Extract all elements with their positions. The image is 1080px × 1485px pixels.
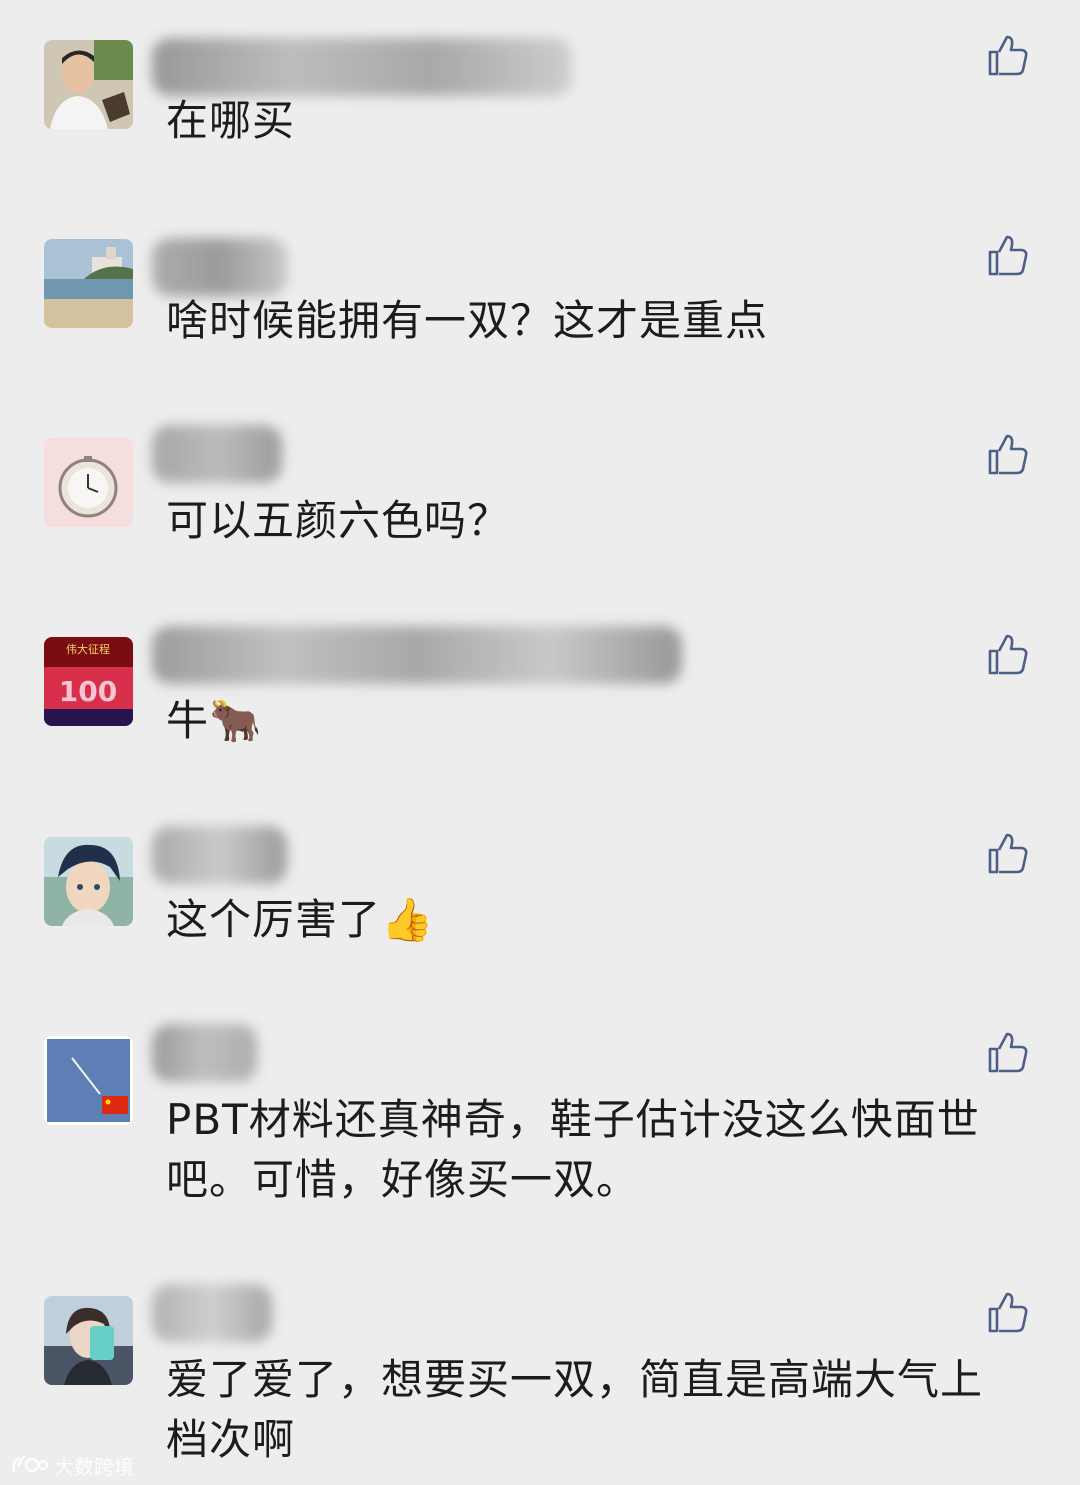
nickname-blurred[interactable]: [152, 826, 287, 884]
like-icon[interactable]: [984, 1029, 1032, 1077]
like-icon[interactable]: [984, 232, 1032, 280]
like-icon[interactable]: [984, 1289, 1032, 1337]
comment-text: 啥时候能拥有一双？这才是重点: [166, 296, 769, 345]
comment-text: PBT材料还真神奇，鞋子估计没这么快面世吧。可惜，好像买一双。: [166, 1095, 980, 1204]
comment-text: 这个厉害了👍: [166, 895, 435, 944]
nickname-blurred[interactable]: [152, 626, 682, 684]
comment-text: 爱了爱了，想要买一双，简直是高端大气上档次啊: [166, 1355, 984, 1464]
comment-text: 可以五颜六色吗？: [166, 496, 511, 545]
like-icon[interactable]: [984, 32, 1032, 80]
nickname-blurred[interactable]: [152, 1284, 272, 1342]
avatar[interactable]: [44, 239, 133, 328]
avatar[interactable]: [44, 1296, 133, 1385]
avatar[interactable]: [44, 837, 133, 926]
like-icon[interactable]: [984, 830, 1032, 878]
like-icon[interactable]: [984, 431, 1032, 479]
like-icon[interactable]: [984, 631, 1032, 679]
nickname-blurred[interactable]: [152, 425, 282, 483]
avatar[interactable]: [44, 1036, 133, 1125]
avatar[interactable]: [44, 438, 133, 527]
avatar[interactable]: [44, 40, 133, 129]
watermark-logo-icon: [12, 1455, 48, 1473]
avatar-banner-text: 伟大征程: [66, 642, 110, 656]
watermark: 大数跨境: [10, 1450, 134, 1480]
comment-text: 牛🐂: [166, 696, 263, 745]
avatar[interactable]: 伟大征程 100: [44, 637, 133, 726]
nickname-blurred[interactable]: [152, 238, 287, 296]
nickname-blurred[interactable]: [152, 38, 572, 96]
comment-text: 在哪买: [166, 96, 296, 145]
avatar-number-text: 100: [59, 675, 117, 708]
nickname-blurred[interactable]: [152, 1024, 257, 1082]
watermark-label: 大数跨境: [54, 1454, 134, 1479]
